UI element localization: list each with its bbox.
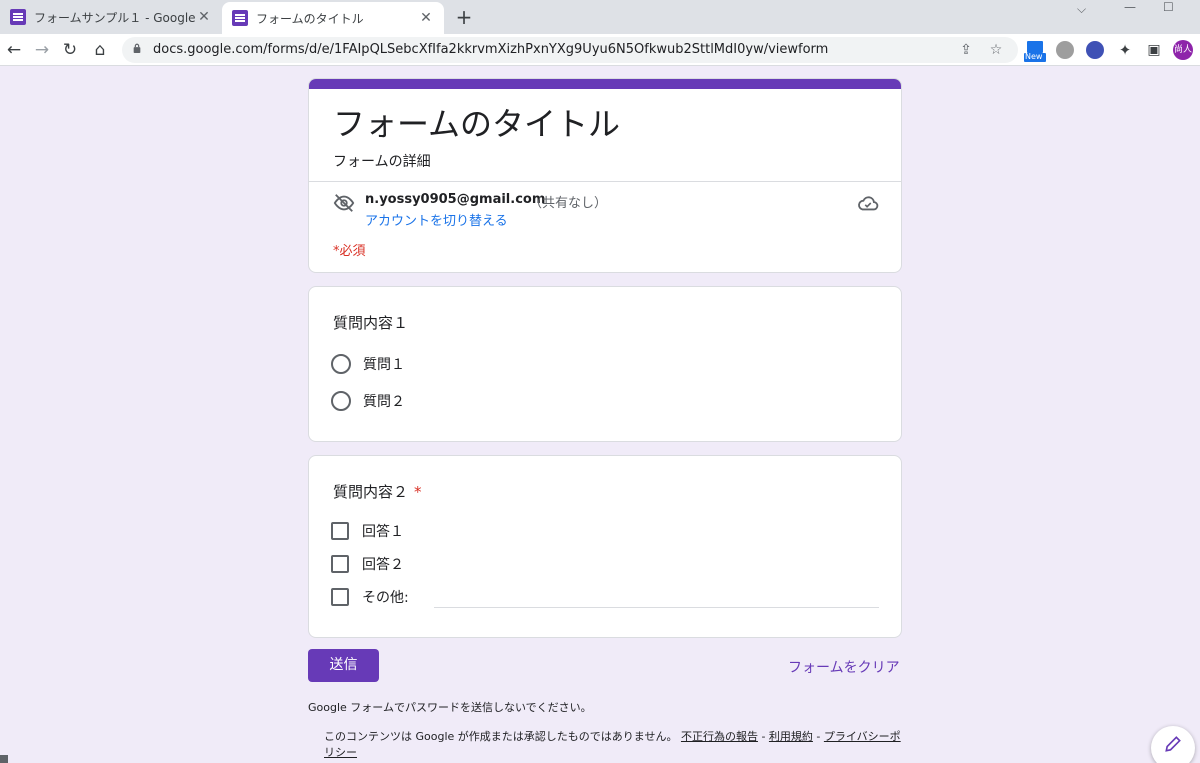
maximize-icon[interactable]: ☐ [1163, 0, 1174, 14]
required-mark: * [414, 483, 422, 501]
eye-off-icon [333, 194, 355, 212]
lock-icon [133, 43, 141, 53]
reload-button[interactable]: ↻ [58, 38, 82, 62]
address-bar[interactable]: docs.google.com/forms/d/e/1FAIpQLSebcXfI… [122, 37, 1018, 63]
footer: このコンテンツは Google が作成または承認したものではありません。 不正行… [324, 729, 904, 761]
minimize-icon[interactable]: — [1124, 0, 1136, 14]
option-label: その他: [362, 590, 409, 606]
tab-strip: フォームサンプル１ - Google フォーム ✕ フォームのタイトル ✕ + … [0, 0, 1200, 34]
question-card: 質問内容１ 質問１ 質問２ [308, 286, 902, 442]
checkbox-option-other[interactable]: その他: [331, 586, 409, 608]
radio-button[interactable] [331, 354, 351, 374]
question-title-text: 質問内容２ [333, 483, 409, 501]
radio-option[interactable]: 質問１ [331, 353, 405, 375]
option-label: 回答２ [362, 557, 404, 573]
question-title: 質問内容２ * [333, 481, 422, 502]
switch-account-link[interactable]: アカウントを切り替える [365, 210, 508, 229]
home-button[interactable]: ⌂ [88, 38, 112, 62]
side-panel-icon[interactable]: ▣ [1142, 38, 1166, 62]
google-forms-icon [10, 9, 26, 25]
checkbox[interactable] [331, 555, 349, 573]
divider [309, 181, 901, 182]
form-description: フォームの詳細 [333, 154, 431, 170]
cloud-icon [858, 196, 879, 211]
option-label: 回答１ [362, 524, 404, 540]
new-badge-label: New [1025, 52, 1043, 61]
extension-icon[interactable] [1086, 41, 1104, 59]
form-header-card: フォームのタイトル フォームの詳細 n.yossy0905@gmail.com … [308, 78, 902, 273]
tab-form-title[interactable]: フォームのタイトル ✕ [222, 2, 444, 34]
footer-sep: - [812, 730, 824, 743]
tab-title: フォームサンプル１ - Google フォーム [34, 10, 196, 25]
checkbox-option[interactable]: 回答１ [331, 520, 404, 542]
back-button[interactable]: ← [2, 38, 26, 62]
radio-button[interactable] [331, 391, 351, 411]
footer-disclaimer: このコンテンツは Google が作成または承認したものではありません。 [324, 730, 678, 743]
new-tab-button[interactable]: + [452, 5, 476, 29]
checkbox[interactable] [331, 522, 349, 540]
url-text[interactable]: docs.google.com/forms/d/e/1FAIpQLSebcXfI… [153, 42, 828, 57]
radio-option[interactable]: 質問２ [331, 390, 405, 412]
password-warning: Google フォームでパスワードを送信しないでください。 [308, 701, 592, 714]
browser-toolbar: ← → ↻ ⌂ docs.google.com/forms/d/e/1FAIpQ… [0, 34, 1200, 66]
share-icon[interactable]: ⇪ [956, 40, 976, 60]
accent-bar [309, 79, 901, 89]
edit-fab[interactable] [1151, 726, 1195, 763]
question-title: 質問内容１ [333, 314, 409, 332]
option-label: 質問２ [363, 394, 405, 410]
submit-button[interactable]: 送信 [308, 649, 379, 682]
extension-icon[interactable] [1056, 41, 1074, 59]
puzzle-icon[interactable]: ✦ [1113, 38, 1137, 62]
share-status: （共有なし） [529, 196, 608, 211]
form-title: フォームのタイトル [333, 105, 621, 143]
clear-form-button[interactable]: フォームをクリア [788, 657, 900, 677]
avatar[interactable]: 尚人 [1173, 40, 1193, 60]
tab-title: フォームのタイトル [256, 11, 364, 26]
other-text-input[interactable] [434, 607, 879, 608]
account-email: n.yossy0905@gmail.com [365, 192, 546, 207]
corner-marker [0, 755, 8, 763]
question-card: 質問内容２ * 回答１ 回答２ その他: [308, 455, 902, 638]
terms-link[interactable]: 利用規約 [769, 730, 813, 743]
star-icon[interactable]: ☆ [986, 40, 1006, 60]
pencil-icon [1165, 736, 1181, 752]
footer-sep: - [757, 730, 769, 743]
checkbox-option[interactable]: 回答２ [331, 553, 404, 575]
tab-form-sample[interactable]: フォームサンプル１ - Google フォーム ✕ [0, 0, 222, 34]
checkbox[interactable] [331, 588, 349, 606]
option-label: 質問１ [363, 357, 405, 373]
google-forms-icon [232, 10, 248, 26]
close-icon[interactable]: ✕ [418, 10, 434, 26]
close-icon[interactable]: ✕ [196, 9, 212, 25]
report-abuse-link[interactable]: 不正行為の報告 [681, 730, 758, 743]
required-note: *必須 [333, 244, 366, 259]
forward-button[interactable]: → [30, 38, 54, 62]
chevron-down-icon[interactable]: ⌵ [1077, 2, 1086, 16]
